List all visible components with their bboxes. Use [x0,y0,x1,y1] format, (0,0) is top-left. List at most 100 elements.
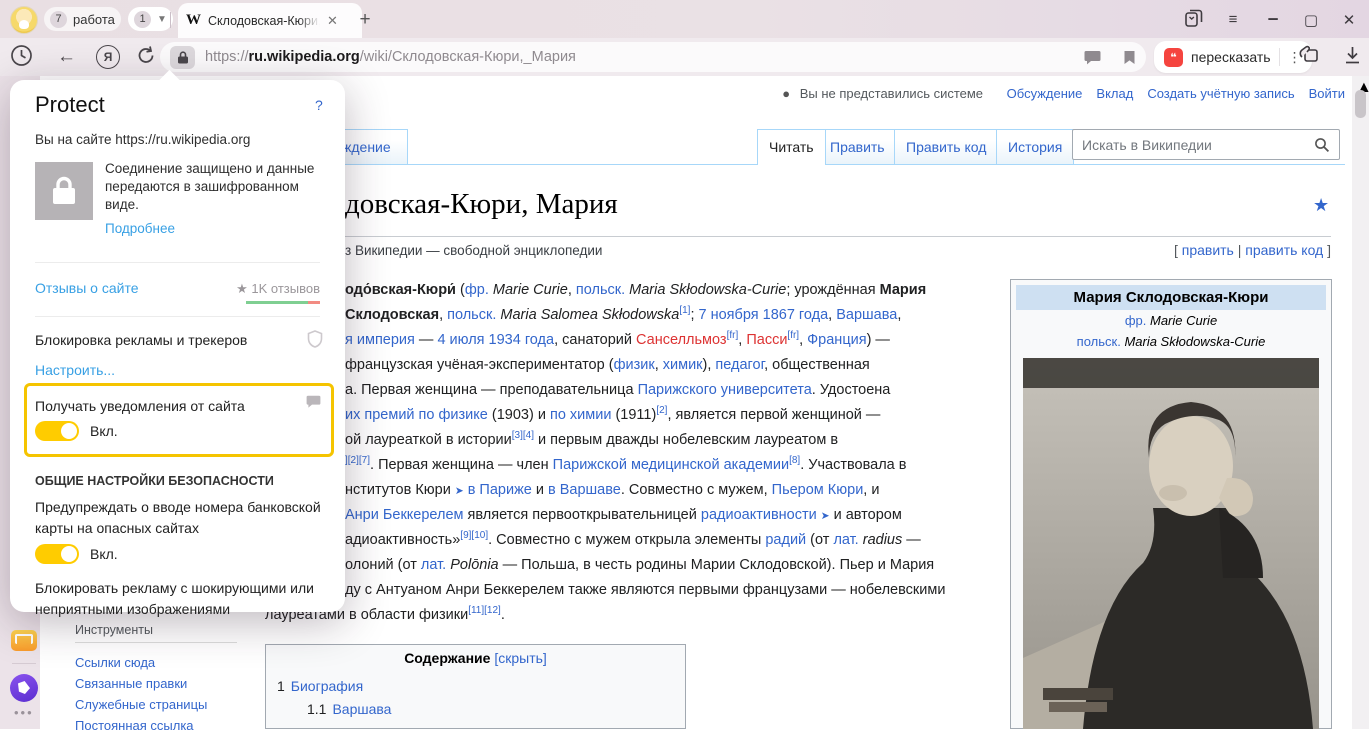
sidebar-tool-link[interactable]: Постоянная ссылка [75,718,194,733]
sidebar-tool-link[interactable]: Ссылки сюда [75,655,155,670]
yandex-start-icon[interactable]: Я [96,45,120,69]
watch-star-icon[interactable]: ★ [1313,195,1329,216]
text-segment: ) — [867,332,890,348]
reference-sup[interactable]: [fr] [727,330,739,341]
notifications-highlight-box [24,383,334,457]
wiki-link[interactable]: 1934 года [489,332,555,348]
new-tab-button[interactable]: + [352,7,378,33]
wiki-link[interactable]: Анри Беккерелем [345,507,464,523]
maximize-icon[interactable]: ▢ [1300,11,1322,29]
wiki-link[interactable]: в Варшаве [548,482,621,498]
wiki-link[interactable]: польск. [447,307,496,323]
reference-sup[interactable]: [2] [656,405,667,416]
configure-link[interactable]: Настроить... [35,362,115,378]
sidebar-tool-link[interactable]: Связанные правки [75,676,187,691]
wiki-link[interactable]: в Париже [468,482,532,498]
history-clock-icon[interactable] [10,44,33,67]
rephrase-button[interactable]: ❝ пересказать ⋮ [1154,41,1312,73]
tab-close-icon[interactable]: ✕ [327,13,338,29]
scrollbar-track[interactable] [1352,76,1369,729]
tab-group-pill[interactable]: 7 работа [44,7,121,31]
wiki-link[interactable]: лат. [421,557,446,573]
wiki-link[interactable]: радий [765,532,806,548]
toc-item[interactable]: 1.1Варшава [307,701,391,717]
minimize-icon[interactable]: ▁ [1262,6,1284,20]
wiki-tab-edit-code[interactable]: Править код [894,129,998,165]
edit-links[interactable]: [ править | править код ] [950,242,1331,258]
back-icon[interactable]: ← [57,46,76,68]
title-divider [265,236,1331,237]
wiki-tab-history[interactable]: История [996,129,1074,165]
article-body-line: а. Первая женщина — преподавательница Па… [345,382,890,398]
wiki-tab-read[interactable]: Читать [757,129,826,165]
wiki-link[interactable]: педагог [715,357,764,373]
wiki-tab-edit[interactable]: Править [818,129,897,165]
scrollbar-thumb[interactable] [1355,90,1366,118]
wiki-link[interactable]: Пьером Кюри [772,482,864,498]
wiki-search-box[interactable]: Искать в Википедии [1072,129,1340,160]
comment-icon[interactable] [1084,50,1101,65]
wiki-link[interactable]: радиоактивности [701,507,817,523]
wiki-link[interactable]: 4 июля [437,332,484,348]
tab-group-collapsed-pill[interactable]: 1 ▼ [128,7,173,31]
sidebar-tool-link[interactable]: Служебные страницы [75,697,207,712]
wiki-link[interactable]: химик [663,357,703,373]
wiki-link[interactable]: Варшава [836,307,897,323]
personal-link[interactable]: Создать учётную запись [1147,86,1294,101]
red-link[interactable]: Санселльмоз [636,332,727,348]
menu-icon[interactable]: ≡ [1222,11,1244,28]
reference-sup[interactable]: [3][4] [512,430,534,441]
wiki-link[interactable]: фр. [465,282,489,298]
reference-sup[interactable]: ][2][7] [345,455,370,466]
wiki-link[interactable]: я империя [345,332,415,348]
wiki-link[interactable]: [скрыть] [494,650,546,666]
address-bar[interactable]: https://ru.wikipedia.org/wiki/Склодовска… [160,42,1146,72]
wiki-link[interactable]: Парижской медицинской академии [553,457,789,473]
notifications-toggle[interactable] [35,421,79,441]
sidebar-more-icon[interactable]: ••• [14,705,34,720]
wiki-link[interactable]: по химии [550,407,611,423]
search-icon[interactable] [1314,137,1330,153]
wiki-link[interactable]: править [1182,242,1234,258]
profile-avatar[interactable] [10,6,38,34]
wiki-link[interactable]: Франция [807,332,866,348]
download-icon[interactable] [1344,46,1361,64]
reload-icon[interactable] [136,45,156,66]
card-warning-toggle[interactable] [35,544,79,564]
reference-sup[interactable]: [9][10] [460,530,488,541]
bookmark-icon[interactable] [1123,50,1136,65]
wiki-link[interactable]: 7 ноября [699,307,759,323]
details-link[interactable]: Подробнее [105,221,175,236]
reference-sup[interactable]: [fr] [787,330,799,341]
reference-sup[interactable]: [1] [679,305,690,316]
red-link[interactable]: Пасси [746,332,787,348]
wiki-link[interactable]: фр. [1125,313,1147,328]
reference-sup[interactable]: [8] [789,455,800,466]
tabs-panel-icon[interactable] [1184,9,1206,28]
wiki-link[interactable]: их премий по физике [345,407,488,423]
site-reviews-link[interactable]: Отзывы о сайте [35,280,139,296]
window-close-icon[interactable]: ✕ [1338,11,1360,29]
active-tab[interactable]: W Склодовская-Кюри, Ма ✕ [178,3,362,38]
wiki-link[interactable]: лат. [833,532,858,548]
toc-link[interactable]: Варшава [332,701,391,717]
lock-icon[interactable] [170,46,195,69]
wiki-link[interactable]: польск. [1077,334,1121,349]
personal-link[interactable]: Обсуждение [1007,86,1083,101]
text-segment: radius [859,532,903,548]
reference-sup[interactable]: [11][12] [468,605,501,616]
url-text[interactable]: https://ru.wikipedia.org/wiki/Склодовска… [205,49,576,65]
personal-link[interactable]: Вклад [1096,86,1133,101]
personal-link[interactable]: Войти [1309,86,1345,101]
side-panel-icon[interactable] [1298,45,1320,65]
alice-assistant-icon[interactable] [10,674,38,702]
yandex-mail-icon[interactable] [11,630,37,651]
wiki-link[interactable]: 1867 года [763,307,829,323]
wiki-link[interactable]: Парижского университета [638,382,812,398]
wiki-link[interactable]: физик [614,357,655,373]
help-link[interactable]: ? [315,97,323,113]
wiki-link[interactable]: править код [1245,242,1323,258]
toc-item[interactable]: 1Биография [277,678,363,694]
toc-link[interactable]: Биография [291,678,363,694]
wiki-link[interactable]: польск. [576,282,625,298]
